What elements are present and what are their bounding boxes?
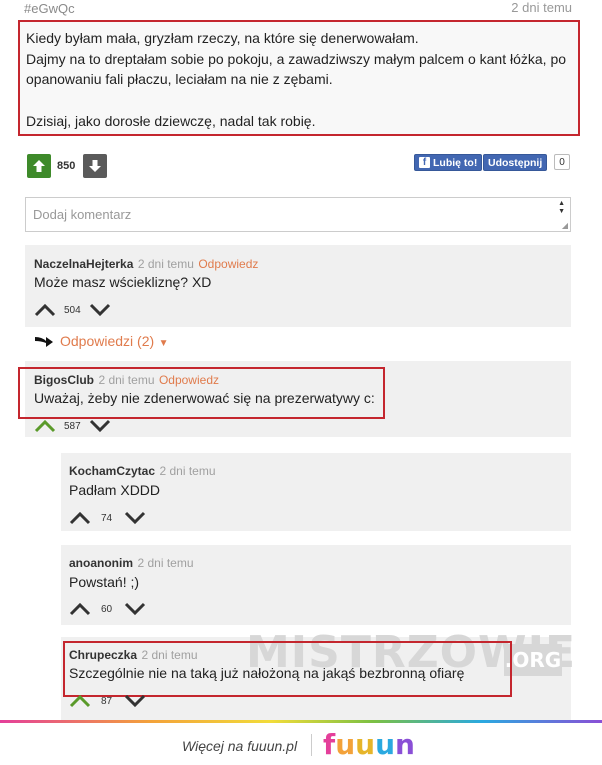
comment-text: Może masz wściekliznę? XD xyxy=(34,274,212,290)
logo-letter: u xyxy=(355,728,376,761)
story-line: opanowaniu fali płaczu, leciałam na nie … xyxy=(26,71,333,87)
comment-date: 2 dni temu xyxy=(137,257,194,271)
reply-author[interactable]: KochamCzytac xyxy=(69,464,155,478)
arrow-up-icon xyxy=(33,160,45,172)
story-line: Dzisiaj, jako dorosłe dziewczę, nadal ta… xyxy=(26,113,316,129)
replies-toggle[interactable]: Odpowiedzi (2) ▼ xyxy=(60,333,169,351)
upvote-button[interactable] xyxy=(27,154,51,178)
comment-author[interactable]: NaczelnaHejterka xyxy=(34,257,133,271)
reply-date: 2 dni temu xyxy=(141,648,198,662)
facebook-icon: f xyxy=(419,157,430,168)
downvote-button[interactable] xyxy=(83,154,107,178)
story-line: Kiedy byłam mała, gryzłam rzeczy, na któ… xyxy=(26,30,419,46)
facebook-like-button[interactable]: f Lubię to! xyxy=(414,154,483,171)
reply-text: Powstań! ;) xyxy=(69,574,140,590)
like-label: Lubię to! xyxy=(433,156,478,169)
reply-header: KochamCzytac 2 dni temu xyxy=(69,462,216,480)
comment-score: 587 xyxy=(64,421,81,432)
comment-date: 2 dni temu xyxy=(98,373,155,387)
reply-score: 74 xyxy=(101,513,113,524)
facebook-share-button[interactable]: Udostępnij xyxy=(483,154,548,171)
rainbow-divider xyxy=(0,720,602,723)
reply-header: Chrupeczka 2 dni temu xyxy=(69,646,198,664)
post-score: 850 xyxy=(57,160,76,172)
comment-author[interactable]: BigosClub xyxy=(34,373,94,387)
share-label: Udostępnij xyxy=(488,156,543,169)
resize-handle-icon[interactable]: ◢ xyxy=(562,221,568,230)
reply-header: anoanonim 2 dni temu xyxy=(69,554,194,572)
upvote-icon[interactable] xyxy=(34,419,56,433)
upvote-icon[interactable] xyxy=(69,694,91,708)
watermark-tld: .ORG xyxy=(504,644,562,676)
logo-letter: f xyxy=(323,728,336,761)
comment-header: NaczelnaHejterka 2 dni temu Odpowiedz xyxy=(34,255,258,273)
downvote-icon[interactable] xyxy=(89,419,111,433)
caret-down-icon: ▼ xyxy=(158,338,169,349)
footer-link[interactable]: Więcej na fuuun.pl xyxy=(182,738,297,754)
reply-link[interactable]: Odpowiedz xyxy=(159,373,219,387)
post-date: 2 dni temu xyxy=(511,0,572,15)
site-footer: Więcej na fuuun.pl f u u u n xyxy=(0,720,602,765)
comment-input[interactable]: Dodaj komentarz ▲ ▼ ◢ xyxy=(25,197,571,232)
story-line: Dajmy na to dreptałam sobie po pokoju, a… xyxy=(26,51,567,67)
comment-score: 504 xyxy=(64,305,81,316)
reply-date: 2 dni temu xyxy=(137,556,194,570)
fuuun-logo[interactable]: f u u u n xyxy=(323,728,415,761)
logo-letter: n xyxy=(395,728,415,761)
reply-score: 60 xyxy=(101,604,113,615)
downvote-icon[interactable] xyxy=(124,602,146,616)
upvote-icon[interactable] xyxy=(69,511,91,525)
share-count: 0 xyxy=(554,154,570,170)
upvote-icon[interactable] xyxy=(69,602,91,616)
comment-text: Uważaj, żeby nie zdenerwować się na prez… xyxy=(34,390,375,406)
logo-letter: u xyxy=(335,728,356,761)
upvote-icon[interactable] xyxy=(34,303,56,317)
reply-text: Padłam XDDD xyxy=(69,482,161,498)
arrow-down-icon xyxy=(89,160,101,172)
replies-toggle-label: Odpowiedzi (2) xyxy=(60,333,155,349)
screenshot-page: #eGwQc 2 dni temu Kiedy byłam mała, gryz… xyxy=(0,0,602,720)
comment-header: BigosClub 2 dni temu Odpowiedz xyxy=(34,371,219,389)
reply-link[interactable]: Odpowiedz xyxy=(198,257,258,271)
reply-score: 87 xyxy=(101,696,113,707)
reply-text: Szczególnie nie na taką już nałożoną na … xyxy=(69,665,465,681)
comment-placeholder: Dodaj komentarz xyxy=(33,207,132,222)
footer-separator xyxy=(311,734,312,756)
reply-arrow-icon xyxy=(35,337,53,347)
spin-arrows-icon[interactable]: ▲ ▼ xyxy=(558,200,565,216)
reply-author[interactable]: anoanonim xyxy=(69,556,133,570)
logo-letter: u xyxy=(375,728,395,761)
post-id: #eGwQc xyxy=(24,1,75,16)
downvote-icon[interactable] xyxy=(89,303,111,317)
downvote-icon[interactable] xyxy=(124,511,146,525)
reply-author[interactable]: Chrupeczka xyxy=(69,648,137,662)
downvote-icon[interactable] xyxy=(124,694,146,708)
reply-date: 2 dni temu xyxy=(159,464,216,478)
story-highlight-box: Kiedy byłam mała, gryzłam rzeczy, na któ… xyxy=(18,20,580,136)
